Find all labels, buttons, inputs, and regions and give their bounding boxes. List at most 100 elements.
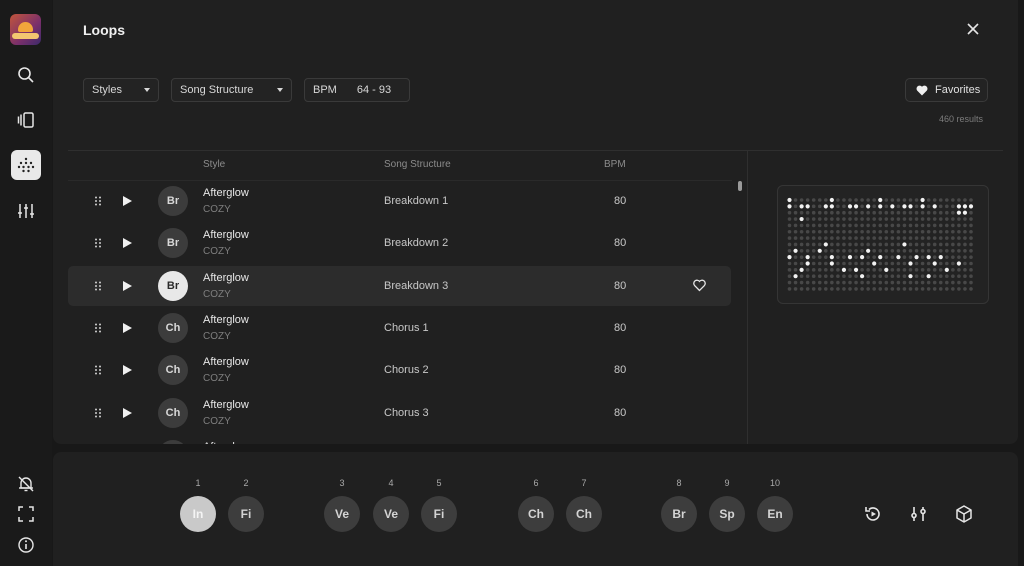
- pattern-cell-on: [890, 204, 895, 209]
- segment-button[interactable]: En: [757, 496, 793, 532]
- pattern-cell-off: [963, 236, 967, 240]
- pattern-cell-off: [817, 223, 822, 228]
- pattern-cell-off: [938, 268, 943, 272]
- song-structure-dropdown[interactable]: Song Structure: [171, 78, 292, 102]
- grid-dots-icon[interactable]: [11, 150, 41, 180]
- pattern-cell-off: [811, 210, 816, 215]
- pattern-cell-off: [926, 287, 931, 291]
- table-row[interactable]: Br Afterglow COZY Breakdown 1 80: [68, 181, 731, 221]
- bell-off-icon[interactable]: [11, 469, 41, 499]
- column-header-bpm[interactable]: BPM: [604, 159, 626, 170]
- table-row[interactable]: Ch Afterglow COZY Chorus 2 80: [68, 350, 731, 390]
- pattern-cell-off: [872, 236, 876, 240]
- pattern-cell-off: [902, 210, 907, 215]
- pattern-cell-off: [793, 268, 798, 272]
- info-icon[interactable]: [11, 530, 41, 560]
- segment-button[interactable]: Fi: [421, 496, 457, 532]
- styles-dropdown[interactable]: Styles: [83, 78, 159, 102]
- pattern-cell-off: [945, 204, 949, 209]
- pattern-cell-off: [920, 210, 925, 215]
- pattern-cell-off: [811, 236, 816, 240]
- drag-handle-icon[interactable]: [94, 365, 102, 375]
- segment-button[interactable]: Br: [661, 496, 697, 532]
- logo-icon[interactable]: [10, 14, 41, 45]
- drag-handle-icon[interactable]: [94, 238, 102, 248]
- fullscreen-icon[interactable]: [11, 499, 41, 529]
- pattern-cell-off: [854, 255, 858, 259]
- pattern-cell-on: [878, 197, 883, 203]
- play-icon[interactable]: [123, 322, 132, 333]
- heart-filled-icon: [916, 85, 928, 95]
- drag-handle-icon[interactable]: [94, 323, 102, 333]
- sliders-icon[interactable]: [11, 196, 41, 226]
- pattern-cell-on: [817, 248, 822, 253]
- pattern-cell-off: [932, 210, 937, 215]
- loops-list[interactable]: Br Afterglow COZY Breakdown 1 80 Br Afterglow C…: [68, 181, 732, 444]
- close-icon[interactable]: [964, 20, 982, 38]
- drag-handle-icon[interactable]: [94, 196, 102, 206]
- replay-icon[interactable]: [863, 504, 883, 524]
- pattern-cell-off: [884, 210, 889, 215]
- section-badge: [158, 439, 188, 444]
- favorites-button[interactable]: Favorites: [905, 78, 988, 102]
- pattern-cell-off: [811, 268, 816, 272]
- segment-button[interactable]: Ch: [518, 496, 554, 532]
- pattern-cell-off: [957, 217, 961, 221]
- pattern-cell-off: [945, 198, 949, 202]
- style-mood: COZY: [203, 288, 231, 300]
- search-icon[interactable]: [11, 60, 41, 90]
- pattern-cell-off: [811, 217, 816, 221]
- pattern-cell-on: [884, 267, 889, 272]
- cube-icon[interactable]: [954, 504, 974, 524]
- pattern-cell-off: [890, 287, 895, 291]
- table-row[interactable]: Br Afterglow COZY Breakdown 3 80: [68, 265, 731, 306]
- pattern-cell-off: [811, 255, 816, 259]
- segment-button[interactable]: Sp: [709, 496, 745, 532]
- play-icon[interactable]: [123, 238, 132, 249]
- pattern-cell-off: [830, 287, 834, 291]
- pattern-cell-off: [872, 229, 876, 234]
- segment-button[interactable]: Ch: [566, 496, 602, 532]
- segment-button[interactable]: In: [180, 496, 216, 532]
- bpm-filter[interactable]: BPM 64 - 93: [304, 78, 410, 102]
- table-row[interactable]: Ch Afterglow COZY Chorus 3 80: [68, 393, 731, 433]
- drag-handle-icon[interactable]: [94, 281, 102, 291]
- pattern-cell-off: [860, 217, 864, 221]
- pattern-cell-on: [805, 204, 810, 209]
- adjust-icon[interactable]: [909, 504, 929, 524]
- favorites-label: Favorites: [935, 84, 981, 96]
- table-row[interactable]: Afterglow: [68, 435, 731, 444]
- table-row[interactable]: Ch Afterglow COZY Chorus 1 80: [68, 308, 731, 348]
- heart-icon[interactable]: [693, 279, 706, 292]
- pattern-cell-off: [908, 287, 913, 291]
- pattern-cell-on: [829, 204, 834, 209]
- segment-button[interactable]: Ve: [373, 496, 409, 532]
- pattern-cell-off: [878, 280, 883, 285]
- pattern-cell-off: [920, 255, 925, 259]
- pattern-cell-off: [920, 274, 925, 278]
- song-structure-cell: Breakdown 2: [384, 237, 449, 250]
- pattern-cell-off: [890, 242, 895, 247]
- pattern-cell-off: [854, 210, 858, 215]
- pattern-cell-off: [872, 223, 876, 228]
- play-icon[interactable]: [123, 407, 132, 418]
- pattern-cell-off: [805, 236, 810, 240]
- play-icon[interactable]: [123, 365, 132, 376]
- column-header-style[interactable]: Style: [203, 159, 225, 170]
- table-row[interactable]: Br Afterglow COZY Breakdown 2 80: [68, 223, 731, 263]
- pattern-cell-off: [926, 229, 931, 234]
- pattern-cell-off: [908, 210, 913, 215]
- pattern-cell-on: [829, 197, 834, 203]
- column-header-structure[interactable]: Song Structure: [384, 159, 451, 170]
- drag-handle-icon[interactable]: [94, 408, 102, 418]
- segment-button[interactable]: Fi: [228, 496, 264, 532]
- chevron-down-icon: [144, 88, 150, 92]
- play-icon[interactable]: [123, 280, 132, 291]
- play-icon[interactable]: [123, 196, 132, 206]
- pattern-cell-off: [836, 242, 840, 247]
- pattern-cell-on: [956, 210, 961, 215]
- panels-icon[interactable]: [11, 105, 41, 135]
- segment-button[interactable]: Ve: [324, 496, 360, 532]
- pattern-cell-off: [860, 242, 864, 247]
- scrollbar[interactable]: [738, 181, 742, 191]
